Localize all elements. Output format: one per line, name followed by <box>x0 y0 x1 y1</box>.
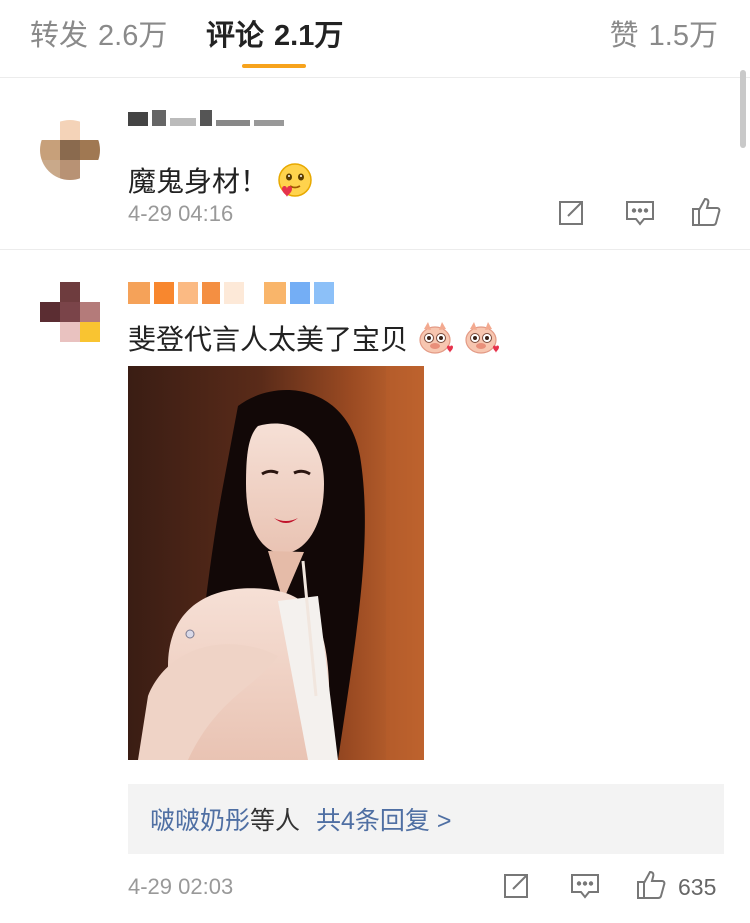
share-icon[interactable] <box>555 195 589 229</box>
tab-likes-count: 1.5万 <box>648 20 718 52</box>
comment-body: 斐登代言人太美了宝贝 <box>128 324 409 355</box>
thumbs-up-icon[interactable] <box>634 868 668 902</box>
comment-body: 魔鬼身材！ <box>128 166 269 197</box>
comment-item: 魔鬼身材！ 4-29 04:16 <box>0 80 750 250</box>
tab-comments-label: 评论 <box>206 20 265 52</box>
tab-repost-count: 2.6万 <box>98 20 168 52</box>
replier-suffix: 等人 <box>250 807 301 835</box>
replies-count-link[interactable]: 共4条回复 > <box>316 801 451 837</box>
comment-meta: 4-29 02:03 635 <box>0 868 750 908</box>
tab-comments[interactable]: 评论 2.1万 <box>206 18 343 54</box>
like-count: 635 <box>678 874 717 900</box>
comment-item: 斐登代言人太美了宝贝 啵啵奶彤 等人 共4条回复 > 4-29 02:03 63… <box>0 250 750 923</box>
username-redacted[interactable] <box>128 100 284 126</box>
comment-meta: 4-29 04:16 <box>0 195 750 235</box>
tab-repost[interactable]: 转发 2.6万 <box>30 18 167 54</box>
comment-tabs: 转发 2.6万 评论 2.1万 赞 1.5万 <box>0 0 750 78</box>
comment-time: 4-29 02:03 <box>128 874 234 899</box>
comment-icon[interactable] <box>568 868 602 902</box>
share-icon[interactable] <box>500 868 534 902</box>
grinning-blush-emoji <box>276 161 314 199</box>
avatar[interactable] <box>40 282 100 362</box>
tab-comments-count: 2.1万 <box>274 20 344 52</box>
comment-icon[interactable] <box>623 195 657 229</box>
comment-text: 魔鬼身材！ <box>128 160 314 200</box>
active-tab-indicator <box>242 64 306 68</box>
tab-likes-label: 赞 <box>609 20 639 52</box>
tab-repost-label: 转发 <box>30 20 89 52</box>
replies-summary[interactable]: 啵啵奶彤 等人 共4条回复 > <box>128 784 724 854</box>
comment-text: 斐登代言人太美了宝贝 <box>128 318 500 358</box>
replier-names[interactable]: 啵啵奶彤 <box>150 801 250 837</box>
username-redacted[interactable] <box>128 278 334 304</box>
woman-portrait-photo[interactable] <box>128 366 424 760</box>
tab-likes[interactable]: 赞 1.5万 <box>610 18 718 54</box>
pig-heart-eyes-emoji <box>416 319 454 357</box>
pig-heart-eyes-emoji <box>462 319 500 357</box>
thumbs-up-icon[interactable] <box>689 195 723 229</box>
avatar[interactable] <box>40 120 100 180</box>
comment-time: 4-29 04:16 <box>128 201 234 226</box>
